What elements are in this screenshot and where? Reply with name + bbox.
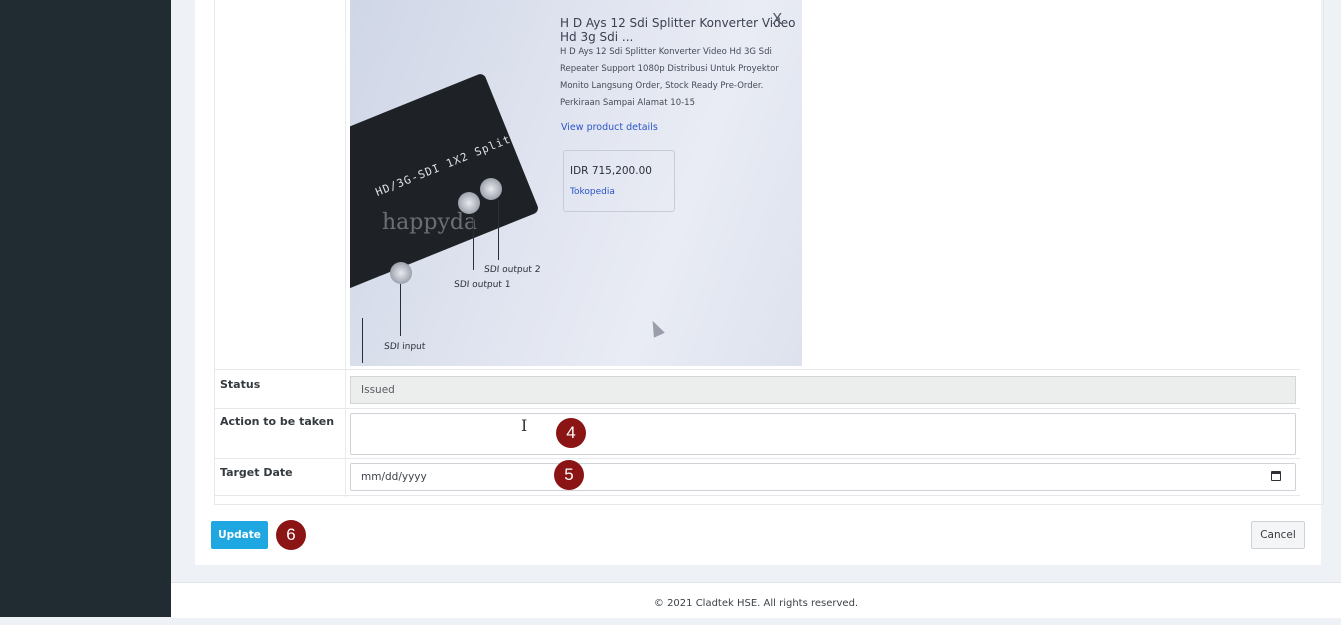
tag-output-1: SDI output 1 <box>453 280 511 290</box>
update-button[interactable]: Update <box>211 521 268 549</box>
tag-output-2: SDI output 2 <box>483 265 541 275</box>
close-icon: X <box>772 10 783 28</box>
footer: © 2021 Cladtek HSE. All rights reserved. <box>171 582 1341 618</box>
cancel-button[interactable]: Cancel <box>1251 521 1305 549</box>
port-input <box>390 262 412 284</box>
target-date-input[interactable]: mm/dd/yyyy <box>350 463 1296 491</box>
column-divider <box>345 0 346 497</box>
view-product-details-link: View product details <box>561 122 658 133</box>
date-placeholder: mm/dd/yyyy <box>361 471 427 483</box>
target-date-label: Target Date <box>220 466 293 479</box>
wire-power <box>362 318 363 363</box>
row-divider <box>215 458 1300 459</box>
product-description: H D Ays 12 Sdi Splitter Konverter Video … <box>560 47 779 108</box>
attachment-image: HD/3G-SDI 1X2 Splitter happyda SDI outpu… <box>350 0 802 366</box>
action-label: Action to be taken <box>220 415 335 428</box>
product-price: IDR 715,200.00 <box>570 165 652 177</box>
row-divider <box>215 408 1300 409</box>
status-label: Status <box>220 378 261 391</box>
wire-input <box>400 284 401 336</box>
status-field: Issued <box>350 376 1296 404</box>
row-divider <box>215 495 1300 496</box>
product-store: Tokopedia <box>570 187 615 197</box>
step-badge-4: 4 <box>556 418 586 448</box>
watermark: happyda <box>382 210 478 235</box>
edit-form-card: HD/3G-SDI 1X2 Splitter happyda SDI outpu… <box>195 0 1324 565</box>
row-divider <box>215 369 1300 370</box>
port-output-1 <box>458 192 480 214</box>
product-title: H D Ays 12 Sdi Splitter Konverter Video … <box>560 16 796 44</box>
mouse-pointer-icon <box>647 318 665 338</box>
sidebar <box>0 0 171 617</box>
step-badge-6: 6 <box>276 520 306 550</box>
text-cursor-icon: I <box>521 416 528 435</box>
port-output-2 <box>480 178 502 200</box>
wire-output-1 <box>473 214 474 270</box>
form-table: HD/3G-SDI 1X2 Splitter happyda SDI outpu… <box>214 0 1324 505</box>
action-textarea[interactable] <box>350 413 1296 455</box>
tag-input: SDI input <box>383 342 426 352</box>
calendar-icon[interactable] <box>1271 471 1281 481</box>
wire-output-2 <box>498 200 499 260</box>
step-badge-5: 5 <box>554 460 584 490</box>
main-content: HD/3G-SDI 1X2 Splitter happyda SDI outpu… <box>171 0 1341 618</box>
price-box: IDR 715,200.00 Tokopedia <box>563 150 675 212</box>
